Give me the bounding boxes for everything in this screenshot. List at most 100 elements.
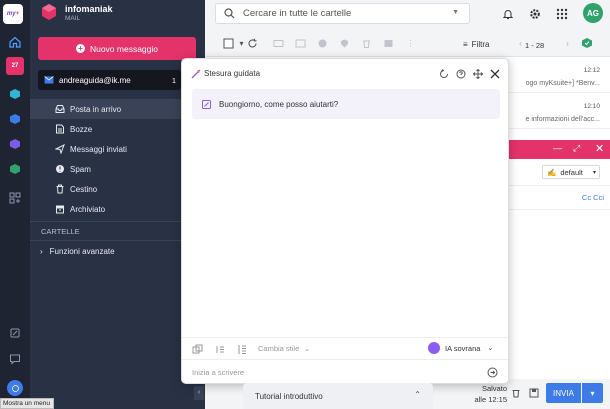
advanced-features-toggle[interactable]: › Funzioni avanzate (30, 241, 205, 261)
undo-icon[interactable] (438, 68, 449, 79)
account-selector[interactable]: andreaguida@ik.me 1 (38, 70, 181, 90)
folder-trash[interactable]: Cestino (30, 179, 205, 199)
sovereign-ai-icon (428, 342, 440, 354)
tutorial-label: Tutorial introduttivo (255, 391, 323, 401)
plus-icon: + (75, 44, 85, 53)
prompt-input[interactable]: Inizia a scrivere (182, 359, 508, 384)
move-drag-icon[interactable] (472, 68, 483, 79)
ai-greeting-message: Buongiorno, come posso aiutarti? (192, 89, 500, 119)
tutorial-bar[interactable]: Tutorial introduttivo ⌃ (243, 383, 433, 409)
guided-writing-dialog: Stesura guidata Buongiorno, come posso a… (181, 58, 509, 384)
kdrive-icon[interactable] (6, 85, 24, 103)
mail-preview: e informazioni dell'acc... (525, 116, 600, 123)
filter-button[interactable]: ≡ Filtra (463, 39, 489, 50)
account-email: andreaguida@ik.me (59, 75, 131, 85)
folder-drafts[interactable]: Bozze (30, 119, 205, 139)
block-icon[interactable] (317, 38, 328, 49)
new-message-button[interactable]: + Nuovo messaggio (38, 37, 196, 60)
folder-spam[interactable]: Spam (30, 159, 205, 179)
avatar[interactable]: AG (583, 3, 603, 23)
dialog-title: Stesura guidata (204, 69, 261, 78)
copy-format-icon[interactable] (192, 344, 203, 355)
settings-device-icon[interactable] (6, 324, 24, 342)
saved-label: Salvato (481, 384, 507, 393)
discard-draft-icon[interactable] (511, 388, 521, 398)
archive-icon (56, 205, 64, 214)
minimize-icon[interactable]: — (553, 143, 562, 153)
folder-label: Cestino (70, 184, 98, 194)
envelope-icon (44, 76, 54, 84)
prompt-placeholder: Inizia a scrivere (192, 367, 245, 377)
lengthen-icon[interactable] (237, 344, 248, 355)
brand-subtitle: MAIL (65, 15, 81, 22)
ai-model-label: IA sovrana (445, 343, 481, 353)
contacts-icon[interactable] (6, 135, 24, 153)
delete-icon[interactable] (361, 38, 372, 49)
send-prompt-icon[interactable] (487, 367, 498, 378)
signature-icon: ✍ (547, 167, 557, 177)
folder-label: Posta in arrivo (70, 104, 122, 114)
filter-label: Filtra (471, 40, 490, 49)
folder-inbox[interactable]: Posta in arrivo (30, 99, 205, 119)
chevron-right-icon: › (40, 246, 43, 256)
folder-archive[interactable]: Archiviato (30, 199, 205, 219)
infomaniak-logo-icon (40, 3, 58, 21)
feedback-icon[interactable] (6, 350, 24, 368)
chevron-down-icon[interactable]: ▼ (452, 9, 459, 16)
change-style-label: Cambia stile (258, 344, 300, 353)
help-icon[interactable] (7, 380, 23, 396)
folder-label: Archiviato (70, 204, 106, 214)
mykSuite-logo-icon[interactable]: my + (3, 4, 23, 24)
home-icon[interactable] (6, 33, 24, 51)
send-button[interactable]: INVIA (546, 383, 581, 403)
spam-report-icon[interactable] (339, 38, 350, 49)
cc-bcc-link[interactable]: Cc Cci (582, 193, 604, 202)
gear-icon[interactable] (528, 7, 542, 21)
collapse-sidebar-button[interactable]: ‹ (194, 386, 204, 400)
account-unread-count: 1 (171, 75, 176, 85)
mark-read-icon[interactable] (273, 38, 284, 49)
close-icon[interactable] (489, 68, 500, 79)
inbox-icon (55, 105, 65, 113)
close-composer-icon[interactable]: ✕ (595, 142, 604, 155)
magic-wand-icon (190, 68, 201, 79)
next-page-icon[interactable]: › (562, 38, 573, 49)
mail-time: 12:12 (583, 67, 600, 74)
folders-section-title: CARTELLE (41, 227, 80, 236)
kchat-icon[interactable] (6, 110, 24, 128)
signature-select[interactable]: ✍ default ▾ (542, 165, 600, 179)
archive-action-icon[interactable] (383, 38, 394, 49)
search-input[interactable]: Cercare in tutte le cartelle ▼ (215, 3, 470, 24)
filter-icon: ≡ (463, 40, 468, 49)
sidebar: infomaniak MAIL + Nuovo messaggio andrea… (30, 0, 205, 409)
sent-icon (55, 144, 65, 154)
folder-sent[interactable]: Messaggi inviati (30, 139, 205, 159)
more-options-icon[interactable]: ⋮ (405, 38, 416, 49)
chevron-up-icon: ⌃ (414, 390, 421, 399)
security-shield-icon[interactable] (581, 37, 593, 49)
apps-grid-icon[interactable] (555, 7, 569, 21)
expand-icon[interactable]: ⤢ (573, 143, 580, 154)
change-style-dropdown[interactable]: Cambia stile ⌄ (258, 344, 310, 353)
refresh-icon[interactable] (247, 38, 258, 49)
app-rail: my + 27 (0, 0, 30, 409)
ai-greeting-text: Buongiorno, come posso aiutarti? (219, 99, 339, 109)
advanced-features-label: Funzioni avanzate (49, 246, 115, 256)
move-icon[interactable] (295, 38, 306, 49)
trash-icon (56, 184, 64, 194)
more-apps-icon[interactable] (6, 189, 24, 207)
calendar-icon[interactable] (6, 160, 24, 178)
save-status: Salvato alle 12:15 (473, 383, 507, 405)
ai-model-selector[interactable]: IA sovrana ⌄ (428, 342, 493, 354)
shorten-icon[interactable] (215, 344, 226, 355)
help-icon[interactable] (455, 68, 466, 79)
spam-icon (56, 165, 64, 173)
bell-icon[interactable] (501, 7, 515, 21)
mail-preview: ogo myKsuite+] *Benv... (525, 80, 600, 87)
mail-icon[interactable]: 27 (6, 57, 24, 75)
save-draft-icon[interactable] (529, 388, 539, 398)
send-options-chevron-icon[interactable]: ▾ (582, 383, 603, 403)
select-all-checkbox[interactable] (223, 38, 234, 49)
signature-value: default (560, 167, 583, 177)
chevron-down-icon[interactable]: ▾ (236, 38, 247, 49)
